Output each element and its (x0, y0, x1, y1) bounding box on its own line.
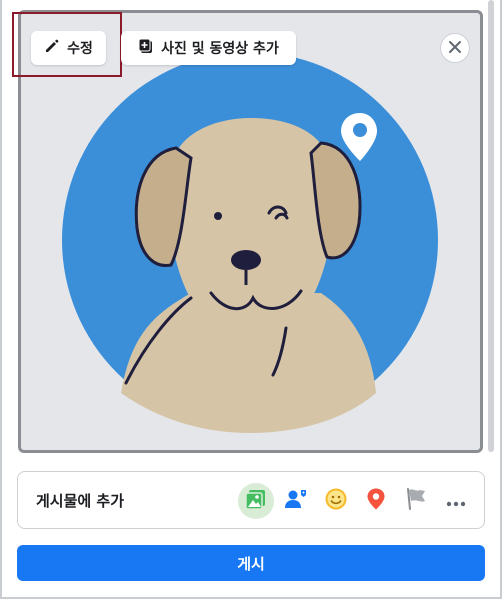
add-to-post-label: 게시물에 추가 (36, 491, 125, 510)
more-options-button[interactable] (438, 483, 474, 519)
photo-icon (244, 487, 268, 515)
life-event-button[interactable] (398, 483, 434, 519)
add-media-label: 사진 및 동영상 추가 (161, 41, 279, 57)
photo-video-button[interactable] (238, 483, 274, 519)
more-icon (446, 492, 466, 511)
tag-people-button[interactable] (278, 483, 314, 519)
photo-stack-icon (138, 38, 154, 58)
feeling-button[interactable] (318, 483, 354, 519)
edit-button[interactable]: 수정 (31, 31, 106, 65)
flag-icon (404, 487, 428, 515)
location-pin-icon (364, 487, 388, 515)
check-in-button[interactable] (358, 483, 394, 519)
close-button[interactable] (440, 33, 470, 63)
edit-label: 수정 (67, 41, 93, 57)
add-to-post-bar: 게시물에 추가 (17, 471, 485, 529)
post-button[interactable]: 게시 (17, 545, 485, 581)
add-media-button[interactable]: 사진 및 동영상 추가 (121, 31, 296, 65)
smiley-icon (324, 487, 348, 515)
tag-people-icon (284, 487, 308, 515)
scrollbar[interactable] (488, 0, 494, 452)
dog-avatar-image (62, 52, 438, 433)
post-label: 게시 (237, 554, 265, 573)
pencil-icon (44, 38, 60, 58)
close-icon (448, 39, 462, 58)
